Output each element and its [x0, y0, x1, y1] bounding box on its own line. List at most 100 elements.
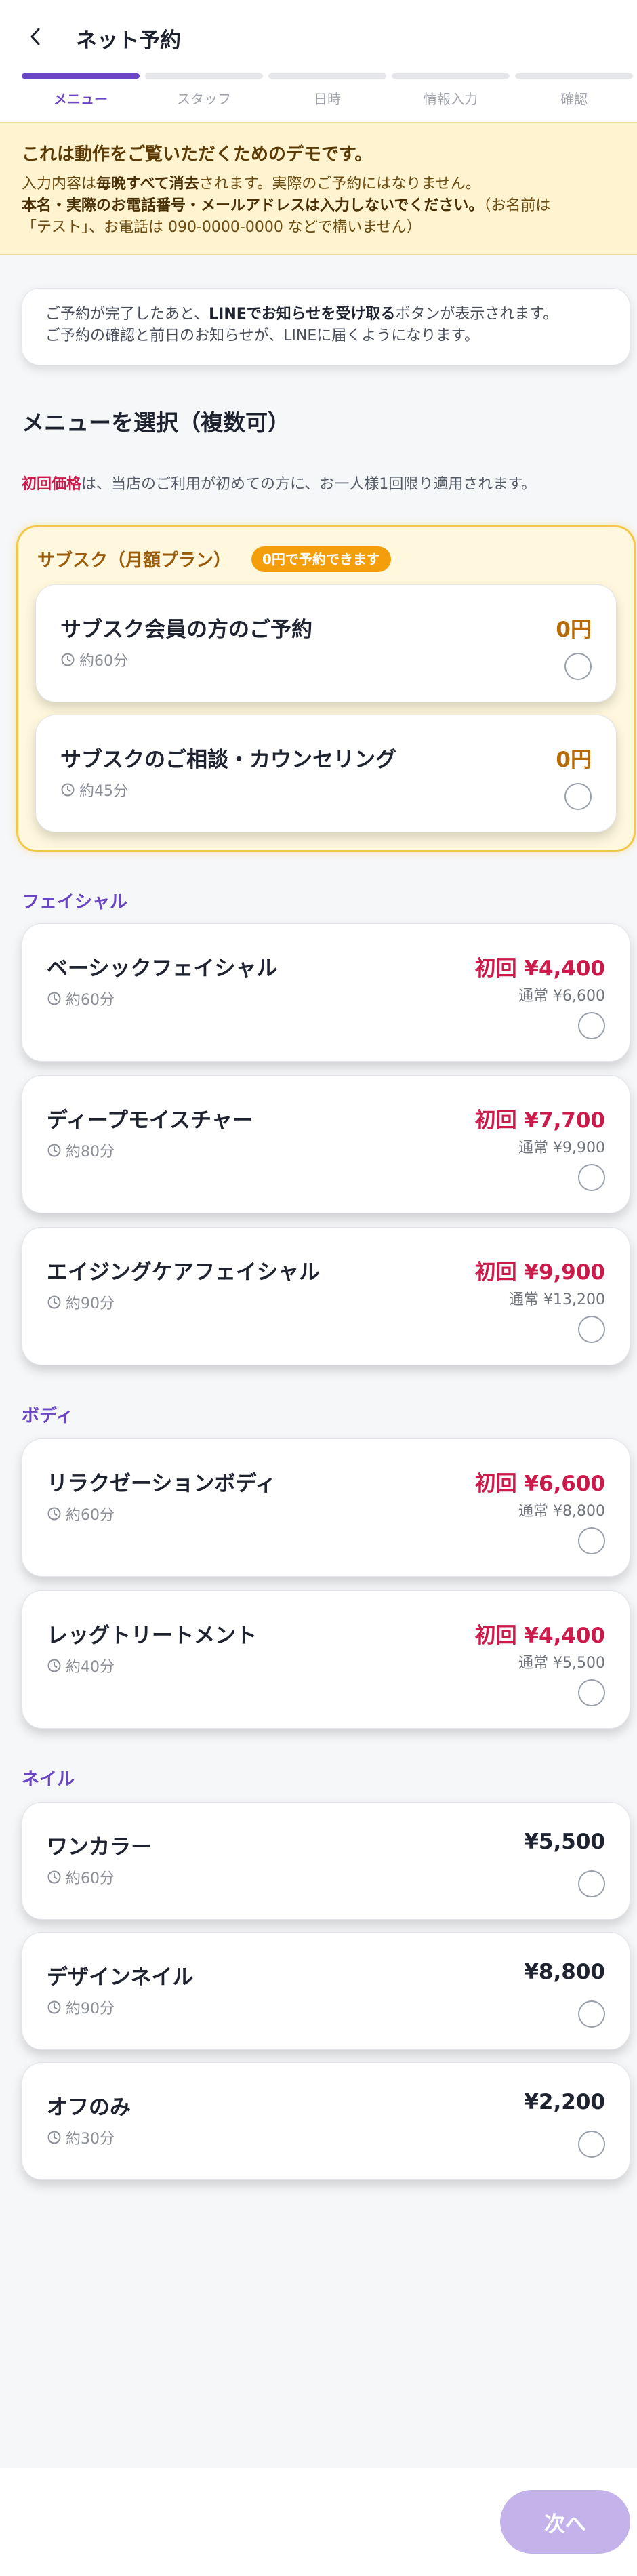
menu-select-radio[interactable]	[578, 1679, 605, 1706]
menu-duration-text: 約60分	[66, 992, 115, 1009]
menu-card-design-nail[interactable]: デザインネイル 約90分 ¥8,800	[22, 1932, 630, 2050]
menu-select-radio[interactable]	[578, 2131, 605, 2158]
clock-icon	[47, 1144, 61, 1157]
step-staff: スタッフ	[145, 73, 263, 114]
menu-price: ¥2,200	[524, 2090, 605, 2114]
menu-card-deep-moisture[interactable]: ディープモイスチャー 約80分 初回 ¥7,700 通常 ¥9,900	[22, 1075, 630, 1213]
menu-name: レッグトリートメント	[47, 1624, 257, 1648]
menu-duration: 約90分	[47, 1291, 115, 1313]
step-label: 日時	[314, 91, 341, 107]
menu-duration-text: 約80分	[66, 1144, 115, 1161]
menu-duration-text: 約40分	[66, 1659, 115, 1676]
menu-price: ¥8,800	[524, 1960, 605, 1984]
clock-icon	[47, 1659, 61, 1672]
menu-card-relaxation-body[interactable]: リラクゼーションボディ 約60分 初回 ¥6,600 通常 ¥8,800	[22, 1438, 630, 1577]
menu-select-radio[interactable]	[564, 653, 592, 680]
line-info-line: ご予約の確認と前日のお知らせが、LINEに届くようになります。	[45, 327, 480, 344]
step-confirm: 確認	[515, 73, 633, 114]
header: ネット予約 メニュー スタッフ 日時 情報入力 確認	[0, 0, 637, 122]
demo-notice-line: 入力内容は毎晩すべて消去されます。実際のご予約にはなりません。	[22, 174, 615, 195]
first-price-note: 初回価格は、当店のご利用が初めての方に、お一人様1回限り適用されます。	[22, 472, 536, 494]
clock-icon	[47, 1507, 61, 1521]
menu-price: ¥5,500	[524, 1830, 605, 1854]
menu-name: デザインネイル	[47, 1965, 194, 1990]
menu-normal-price: 通常 ¥9,900	[518, 1140, 605, 1156]
menu-name: サブスクのご相談・カウンセリング	[60, 748, 396, 772]
subscription-title: サブスク（月額プラン）	[37, 550, 232, 571]
step-bar	[268, 73, 386, 79]
step-info-input: 情報入力	[392, 73, 510, 114]
menu-name: エイジングケアフェイシャル	[47, 1260, 320, 1285]
menu-normal-price: 通常 ¥5,500	[518, 1655, 605, 1672]
menu-duration: 約30分	[47, 2127, 115, 2148]
menu-normal-price: 通常 ¥13,200	[509, 1291, 605, 1308]
menu-name: オフのみ	[47, 2095, 131, 2120]
menu-duration: 約90分	[47, 1996, 115, 2018]
menu-duration-text: 約30分	[66, 2131, 115, 2148]
menu-select-radio[interactable]	[578, 1012, 605, 1039]
menu-card-subscription-consult[interactable]: サブスクのご相談・カウンセリング 約45分 0円	[35, 715, 617, 832]
menu-name: ベーシックフェイシャル	[47, 957, 278, 981]
menu-normal-price: 通常 ¥6,600	[518, 988, 605, 1005]
menu-select-radio[interactable]	[564, 783, 592, 810]
demo-notice-heading: これは動作をご覧いただくためのデモです。	[22, 144, 373, 165]
notice-text: されます。実際のご予約にはなりません。	[199, 176, 480, 193]
clock-icon	[61, 653, 75, 666]
step-bar	[22, 73, 140, 79]
menu-duration: 約60分	[60, 649, 128, 670]
info-emphasis: LINEでお知らせを受け取る	[209, 306, 396, 323]
next-button[interactable]: 次へ	[500, 2490, 630, 2554]
menu-price: 0円	[556, 618, 592, 642]
step-bar	[515, 73, 633, 79]
menu-name: ワンカラー	[47, 1835, 152, 1859]
menu-select-radio[interactable]	[578, 1316, 605, 1343]
menu-select-radio[interactable]	[578, 2000, 605, 2028]
menu-duration: 約60分	[47, 1866, 115, 1888]
notice-emphasis: 毎晩すべて消去	[96, 176, 199, 193]
menu-duration: 約60分	[47, 1503, 115, 1525]
menu-name: サブスク会員の方のご予約	[60, 618, 312, 642]
step-indicator: メニュー スタッフ 日時 情報入力 確認	[22, 73, 637, 114]
step-label: 確認	[560, 91, 588, 107]
menu-card-subscription-member[interactable]: サブスク会員の方のご予約 約60分 0円	[35, 584, 617, 702]
notice-emphasis: 本名・実際のお電話番号・メールアドレスは入力しないでください。	[22, 197, 484, 214]
menu-card-off-only[interactable]: オフのみ 約30分 ¥2,200	[22, 2062, 630, 2180]
menu-select-radio[interactable]	[578, 1870, 605, 1897]
line-info-box: ご予約が完了したあと、LINEでお知らせを受け取るボタンが表示されます。 ご予約…	[22, 288, 630, 365]
menu-duration-text: 約45分	[79, 783, 128, 800]
clock-icon	[61, 783, 75, 797]
menu-card-leg-treatment[interactable]: レッグトリートメント 約40分 初回 ¥4,400 通常 ¥5,500	[22, 1590, 630, 1729]
clock-icon	[47, 1870, 61, 1884]
menu-duration-text: 約60分	[66, 1507, 115, 1524]
step-label: 情報入力	[424, 91, 478, 107]
demo-notice: これは動作をご覧いただくためのデモです。 入力内容は毎晩すべて消去されます。実際…	[0, 122, 637, 255]
step-menu: メニュー	[22, 73, 140, 114]
clock-icon	[47, 992, 61, 1005]
menu-first-price: 初回 ¥4,400	[474, 957, 605, 981]
menu-normal-price: 通常 ¥8,800	[518, 1503, 605, 1520]
page-title: ネット予約	[76, 28, 181, 53]
menu-price: 0円	[556, 748, 592, 772]
menu-duration-text: 約60分	[79, 653, 128, 670]
menu-duration-text: 約60分	[66, 1870, 115, 1887]
step-bar	[392, 73, 510, 79]
menu-select-radio[interactable]	[578, 1527, 605, 1554]
demo-notice-line: 本名・実際のお電話番号・メールアドレスは入力しないでください。（お名前は	[22, 195, 615, 217]
menu-first-price: 初回 ¥4,400	[474, 1624, 605, 1648]
first-price-label: 初回価格	[22, 476, 82, 493]
menu-name: リラクゼーションボディ	[47, 1472, 276, 1496]
menu-name: ディープモイスチャー	[47, 1108, 253, 1133]
clock-icon	[47, 1295, 61, 1309]
menu-card-aging-care-facial[interactable]: エイジングケアフェイシャル 約90分 初回 ¥9,900 通常 ¥13,200	[22, 1227, 630, 1365]
menu-select-radio[interactable]	[578, 1164, 605, 1191]
back-button[interactable]	[20, 22, 50, 52]
info-text: ボタンが表示されます。	[395, 306, 558, 323]
demo-notice-line: 「テスト」、お電話は 090-0000-0000 などで構いません）	[22, 219, 422, 236]
menu-duration: 約60分	[47, 988, 115, 1009]
menu-card-one-color[interactable]: ワンカラー 約60分 ¥5,500	[22, 1802, 630, 1920]
step-label: メニュー	[54, 91, 108, 107]
first-price-note-text: は、当店のご利用が初めての方に、お一人様1回限り適用されます。	[81, 476, 537, 493]
notice-text: （お名前は	[483, 197, 551, 214]
menu-card-basic-facial[interactable]: ベーシックフェイシャル 約60分 初回 ¥4,400 通常 ¥6,600	[22, 923, 630, 1062]
step-label: スタッフ	[177, 91, 231, 107]
